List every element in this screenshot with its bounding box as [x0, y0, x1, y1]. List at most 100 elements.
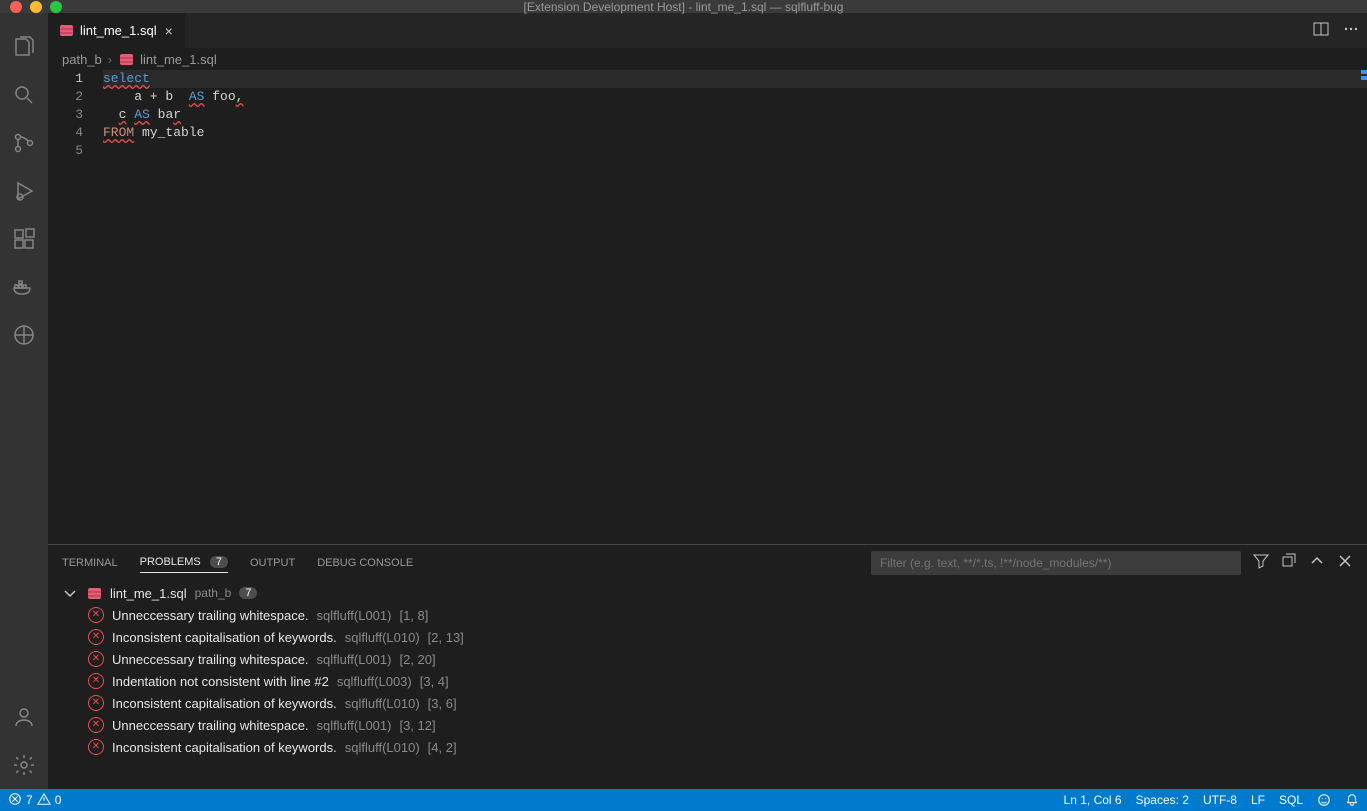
accounts-icon[interactable]: [0, 693, 48, 741]
error-icon: ✕: [88, 651, 104, 667]
problem-location: [2, 13]: [428, 630, 464, 645]
problem-item[interactable]: ✕ Inconsistent capitalisation of keywords…: [48, 736, 1367, 758]
activity-bar: [0, 13, 48, 789]
problem-file-path: path_b: [195, 586, 232, 600]
status-language[interactable]: SQL: [1279, 793, 1303, 807]
tab-problems[interactable]: PROBLEMS 7: [140, 552, 228, 573]
bottom-panel: TERMINAL PROBLEMS 7 OUTPUT DEBUG CONSOLE: [48, 544, 1367, 789]
tab-close-icon[interactable]: ×: [163, 23, 175, 39]
problem-file-row[interactable]: lint_me_1.sql path_b 7: [48, 582, 1367, 604]
problem-location: [3, 4]: [420, 674, 449, 689]
problem-source: sqlfluff(L001): [317, 652, 392, 667]
problem-message: Unneccessary trailing whitespace.: [112, 718, 309, 733]
problem-source: sqlfluff(L010): [345, 696, 420, 711]
split-editor-icon[interactable]: [1313, 21, 1329, 40]
code-content[interactable]: select a + b AS foo, c AS barFROM my_tab…: [103, 70, 1367, 544]
problems-count-badge: 7: [210, 556, 228, 568]
window-minimize-button[interactable]: [30, 1, 42, 13]
file-problems-count-badge: 7: [239, 587, 257, 599]
traffic-lights: [0, 1, 62, 13]
problem-item[interactable]: ✕Indentation not consistent with line #2…: [48, 670, 1367, 692]
problem-location: [1, 8]: [399, 608, 428, 623]
code-line[interactable]: c AS bar: [103, 106, 1367, 124]
window-close-button[interactable]: [10, 1, 22, 13]
editor-tabs: lint_me_1.sql ×: [48, 13, 1367, 48]
minimap[interactable]: [1359, 70, 1367, 544]
breadcrumb-folder[interactable]: path_b: [62, 52, 102, 67]
sql-file-icon: [118, 51, 134, 67]
line-number: 3: [48, 106, 83, 124]
filter-text-input[interactable]: [880, 556, 1232, 570]
status-indentation[interactable]: Spaces: 2: [1136, 793, 1189, 807]
remote-icon[interactable]: [0, 311, 48, 359]
problem-location: [4, 2]: [428, 740, 457, 755]
extensions-icon[interactable]: [0, 215, 48, 263]
problem-location: [3, 6]: [428, 696, 457, 711]
window-title: [Extension Development Host] - lint_me_1…: [0, 0, 1367, 14]
problem-item[interactable]: ✕Unneccessary trailing whitespace.sqlflu…: [48, 604, 1367, 626]
docker-icon[interactable]: [0, 263, 48, 311]
chevron-up-icon[interactable]: [1309, 553, 1325, 572]
problem-source: sqlfluff(L010): [345, 630, 420, 645]
feedback-icon[interactable]: [1317, 793, 1331, 807]
search-icon[interactable]: [0, 71, 48, 119]
titlebar: [Extension Development Host] - lint_me_1…: [0, 0, 1367, 13]
problem-source: sqlfluff(L001): [317, 718, 392, 733]
tab-debug-console[interactable]: DEBUG CONSOLE: [317, 553, 413, 573]
code-editor[interactable]: 12345 select a + b AS foo, c AS barFROM …: [48, 70, 1367, 544]
window-maximize-button[interactable]: [50, 1, 62, 13]
problem-message: Unneccessary trailing whitespace.: [112, 608, 309, 623]
more-actions-icon[interactable]: [1343, 21, 1359, 40]
problem-location: [3, 12]: [399, 718, 435, 733]
problem-location: [2, 20]: [399, 652, 435, 667]
code-line[interactable]: FROM my_table: [103, 124, 1367, 142]
notifications-bell-icon[interactable]: [1345, 793, 1359, 807]
line-number: 5: [48, 142, 83, 160]
problems-filter-input[interactable]: [871, 551, 1241, 575]
tab-lint-me-1-sql[interactable]: lint_me_1.sql ×: [48, 13, 185, 48]
close-panel-icon[interactable]: [1337, 553, 1353, 572]
collapse-all-icon[interactable]: [1281, 553, 1297, 572]
chevron-down-icon[interactable]: [62, 585, 78, 601]
code-line[interactable]: [103, 142, 1367, 160]
tab-terminal[interactable]: TERMINAL: [62, 553, 118, 573]
problem-message: Unneccessary trailing whitespace.: [112, 652, 309, 667]
code-line[interactable]: a + b AS foo,: [103, 88, 1367, 106]
breadcrumb[interactable]: path_b › lint_me_1.sql: [48, 48, 1367, 70]
problem-item[interactable]: ✕ Inconsistent capitalisation of keywords…: [48, 692, 1367, 714]
chevron-right-icon: ›: [108, 52, 112, 67]
status-errors-warnings[interactable]: 7 0: [8, 792, 61, 809]
error-icon: ✕: [88, 695, 104, 711]
explorer-icon[interactable]: [0, 23, 48, 71]
sql-file-icon: [86, 585, 102, 601]
problem-message: Inconsistent capitalisation of keywords.: [112, 696, 337, 711]
status-encoding[interactable]: UTF-8: [1203, 793, 1237, 807]
error-icon: ✕: [88, 607, 104, 623]
error-icon: ✕: [88, 739, 104, 755]
problem-message: Inconsistent capitalisation of keywords.: [112, 740, 337, 755]
line-number: 4: [48, 124, 83, 142]
tab-label: lint_me_1.sql: [80, 23, 157, 38]
error-circle-icon: [8, 792, 22, 809]
run-debug-icon[interactable]: [0, 167, 48, 215]
line-number: 2: [48, 88, 83, 106]
sql-file-icon: [58, 23, 74, 39]
problem-item[interactable]: ✕Unneccessary trailing whitespace.sqlflu…: [48, 714, 1367, 736]
panel-tabs: TERMINAL PROBLEMS 7 OUTPUT DEBUG CONSOLE: [48, 545, 1367, 580]
problem-item[interactable]: ✕ Unneccessary trailing whitespace. sqlflu…: [48, 648, 1367, 670]
status-eol[interactable]: LF: [1251, 793, 1265, 807]
filter-icon[interactable]: [1253, 553, 1269, 572]
problem-message: Indentation not consistent with line #2: [112, 674, 329, 689]
code-line[interactable]: select: [103, 70, 1367, 88]
tab-output[interactable]: OUTPUT: [250, 553, 295, 573]
problem-source: sqlfluff(L003): [337, 674, 412, 689]
status-bar: 7 0 Ln 1, Col 6 Spaces: 2 UTF-8 LF SQL: [0, 789, 1367, 811]
problem-item[interactable]: ✕Inconsistent capitalisation of keywords…: [48, 626, 1367, 648]
line-number-gutter: 12345: [48, 70, 103, 544]
problems-list: lint_me_1.sql path_b 7 ✕ Unneccessary tra…: [48, 580, 1367, 789]
problem-file-name: lint_me_1.sql: [110, 586, 187, 601]
source-control-icon[interactable]: [0, 119, 48, 167]
breadcrumb-file[interactable]: lint_me_1.sql: [140, 52, 217, 67]
settings-gear-icon[interactable]: [0, 741, 48, 789]
status-cursor-position[interactable]: Ln 1, Col 6: [1064, 793, 1122, 807]
